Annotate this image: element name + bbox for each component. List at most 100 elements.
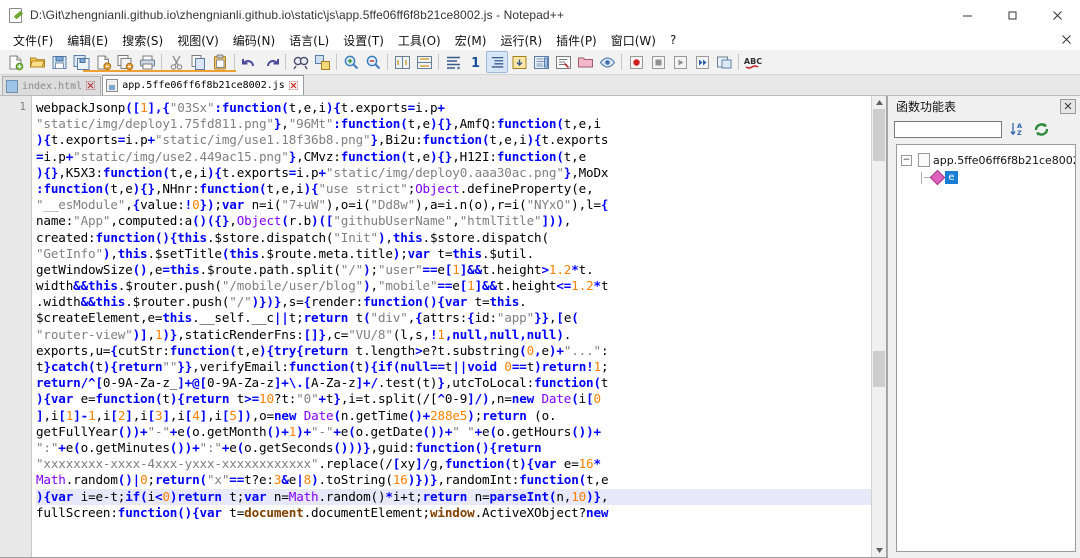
code-token: {	[43, 132, 51, 148]
code-token: " "	[452, 423, 475, 439]
code-token: t,e	[586, 472, 609, 488]
tab-index-html[interactable]: index.html	[2, 76, 102, 95]
folder-workspace-icon[interactable]	[574, 51, 596, 73]
redo-icon[interactable]	[260, 51, 282, 73]
code-line: "__esModule",{value:!0});var n=i("7+uW")…	[36, 197, 886, 213]
menu-view[interactable]: 视图(V)	[170, 30, 226, 51]
tab-bar: index.html app.5ffe06ff6f8b21ce8002.js	[0, 75, 1080, 96]
code-line: getWindowSize(),e=this.$route.path.split…	[36, 262, 886, 278]
expand-collapse-icon[interactable]: −	[901, 154, 912, 166]
save-macro-icon[interactable]	[713, 51, 735, 73]
sync-vertical-icon[interactable]	[391, 51, 413, 73]
tab-app-js[interactable]: app.5ffe06ff6f8b21ce8002.js	[102, 75, 304, 95]
code-token: "static/img/use2.449ac15.png"	[73, 148, 289, 164]
menu-macro[interactable]: 宏(M)	[448, 30, 494, 51]
save-icon[interactable]	[48, 51, 70, 73]
replace-icon[interactable]	[311, 51, 333, 73]
code-token: t.exports	[221, 164, 289, 180]
function-list-tree[interactable]: − app.5ffe06ff6f8b21ce8002.js e	[896, 144, 1076, 552]
word-wrap-icon[interactable]	[442, 51, 464, 73]
code-token: i.p	[43, 148, 66, 164]
play-macro-icon[interactable]	[669, 51, 691, 73]
code-token: .documentElement	[303, 504, 423, 520]
indent-guide-icon[interactable]	[486, 51, 508, 73]
zoom-out-icon[interactable]	[362, 51, 384, 73]
code-token: *	[593, 456, 602, 472]
new-file-icon[interactable]	[4, 51, 26, 73]
record-macro-icon[interactable]	[625, 51, 647, 73]
code-token: (	[73, 439, 81, 455]
code-token: return	[36, 375, 81, 391]
menu-tools[interactable]: 工具(O)	[391, 30, 448, 51]
code-token: ]+\.[	[273, 375, 312, 391]
code-token: ;	[474, 407, 483, 423]
code-token: )+	[548, 342, 564, 358]
code-token: 10	[571, 488, 587, 504]
code-token: ,	[370, 278, 379, 294]
code-line: t}catch(t){return""}},verifyEmail:functi…	[36, 359, 886, 375]
code-token: getFullYear	[36, 423, 118, 439]
user-define-dialog-icon[interactable]	[508, 51, 530, 73]
code-content[interactable]: webpackJsonp([1],{"03Sx":function(t,e,i)…	[36, 100, 886, 521]
editor-vertical-scrollbar[interactable]	[871, 96, 886, 557]
undo-icon[interactable]	[238, 51, 260, 73]
close-document-button[interactable]	[1061, 33, 1072, 48]
function-list-close-button[interactable]	[1060, 98, 1076, 114]
menu-edit[interactable]: 编辑(E)	[60, 30, 115, 51]
scrollbar-thumb[interactable]	[873, 109, 885, 161]
function-list-search-row: A Z	[888, 116, 1080, 142]
sort-az-icon[interactable]: A Z	[1008, 120, 1026, 138]
minimize-button[interactable]	[945, 0, 990, 30]
code-token: )	[363, 278, 371, 294]
scroll-down-arrow[interactable]	[872, 544, 886, 557]
code-token: t	[95, 359, 103, 374]
code-token: return	[482, 407, 527, 423]
find-icon[interactable]	[289, 51, 311, 73]
code-token: parseInt	[489, 488, 549, 504]
zoom-in-icon[interactable]	[340, 51, 362, 73]
code-token: 1.2	[571, 278, 594, 294]
tree-root-node[interactable]: − app.5ffe06ff6f8b21ce8002.js	[901, 153, 1075, 167]
code-token: function	[288, 359, 349, 374]
code-token: )}	[162, 326, 178, 342]
stop-macro-icon[interactable]	[647, 51, 669, 73]
scrollbar-thumb-secondary[interactable]	[873, 351, 885, 387]
code-token: {}	[437, 148, 453, 164]
document-map-icon[interactable]	[530, 51, 552, 73]
all-chars-icon[interactable]: 1	[464, 51, 486, 73]
menu-search[interactable]: 搜索(S)	[115, 30, 170, 51]
function-list-icon[interactable]	[552, 51, 574, 73]
sync-horizontal-icon[interactable]	[413, 51, 435, 73]
run-macro-multiple-icon[interactable]	[691, 51, 713, 73]
menu-file[interactable]: 文件(F)	[6, 30, 60, 51]
menu-plugins[interactable]: 插件(P)	[549, 30, 604, 51]
monitoring-icon[interactable]	[596, 51, 618, 73]
code-token: {	[296, 342, 304, 358]
open-file-icon[interactable]	[26, 51, 48, 73]
code-token: (	[519, 342, 527, 358]
spell-check-icon[interactable]: ABC	[742, 51, 764, 73]
code-area[interactable]: webpackJsonp([1],{"03Sx":function(t,e,i)…	[32, 96, 886, 557]
close-window-button[interactable]	[1035, 0, 1080, 30]
tab-close-icon[interactable]	[86, 81, 96, 91]
code-token: ())+	[117, 423, 148, 439]
menu-settings[interactable]: 设置(T)	[336, 30, 391, 51]
menu-encoding[interactable]: 编码(N)	[226, 30, 282, 51]
code-token: var	[444, 294, 468, 310]
reload-icon[interactable]	[1032, 120, 1050, 138]
menu-window[interactable]: 窗口(W)	[604, 30, 663, 51]
menu-language[interactable]: 语言(L)	[282, 30, 336, 51]
tab-close-icon[interactable]	[288, 80, 299, 91]
editor-pane: 1 webpackJsonp([1],{"03Sx":function(t,e,…	[0, 96, 887, 558]
code-token: ||	[273, 310, 289, 326]
code-token: .test(t)	[377, 375, 438, 391]
menu-run[interactable]: 运行(R)	[493, 30, 549, 51]
maximize-button[interactable]	[990, 0, 1035, 30]
code-token: i	[177, 407, 185, 423]
tree-child-node[interactable]: e	[917, 169, 1071, 186]
scroll-up-arrow[interactable]	[872, 96, 886, 109]
code-token: function	[340, 148, 401, 164]
code-token: function	[496, 116, 557, 132]
menu-help[interactable]: ?	[663, 31, 683, 49]
function-list-search-input[interactable]	[894, 120, 1002, 138]
